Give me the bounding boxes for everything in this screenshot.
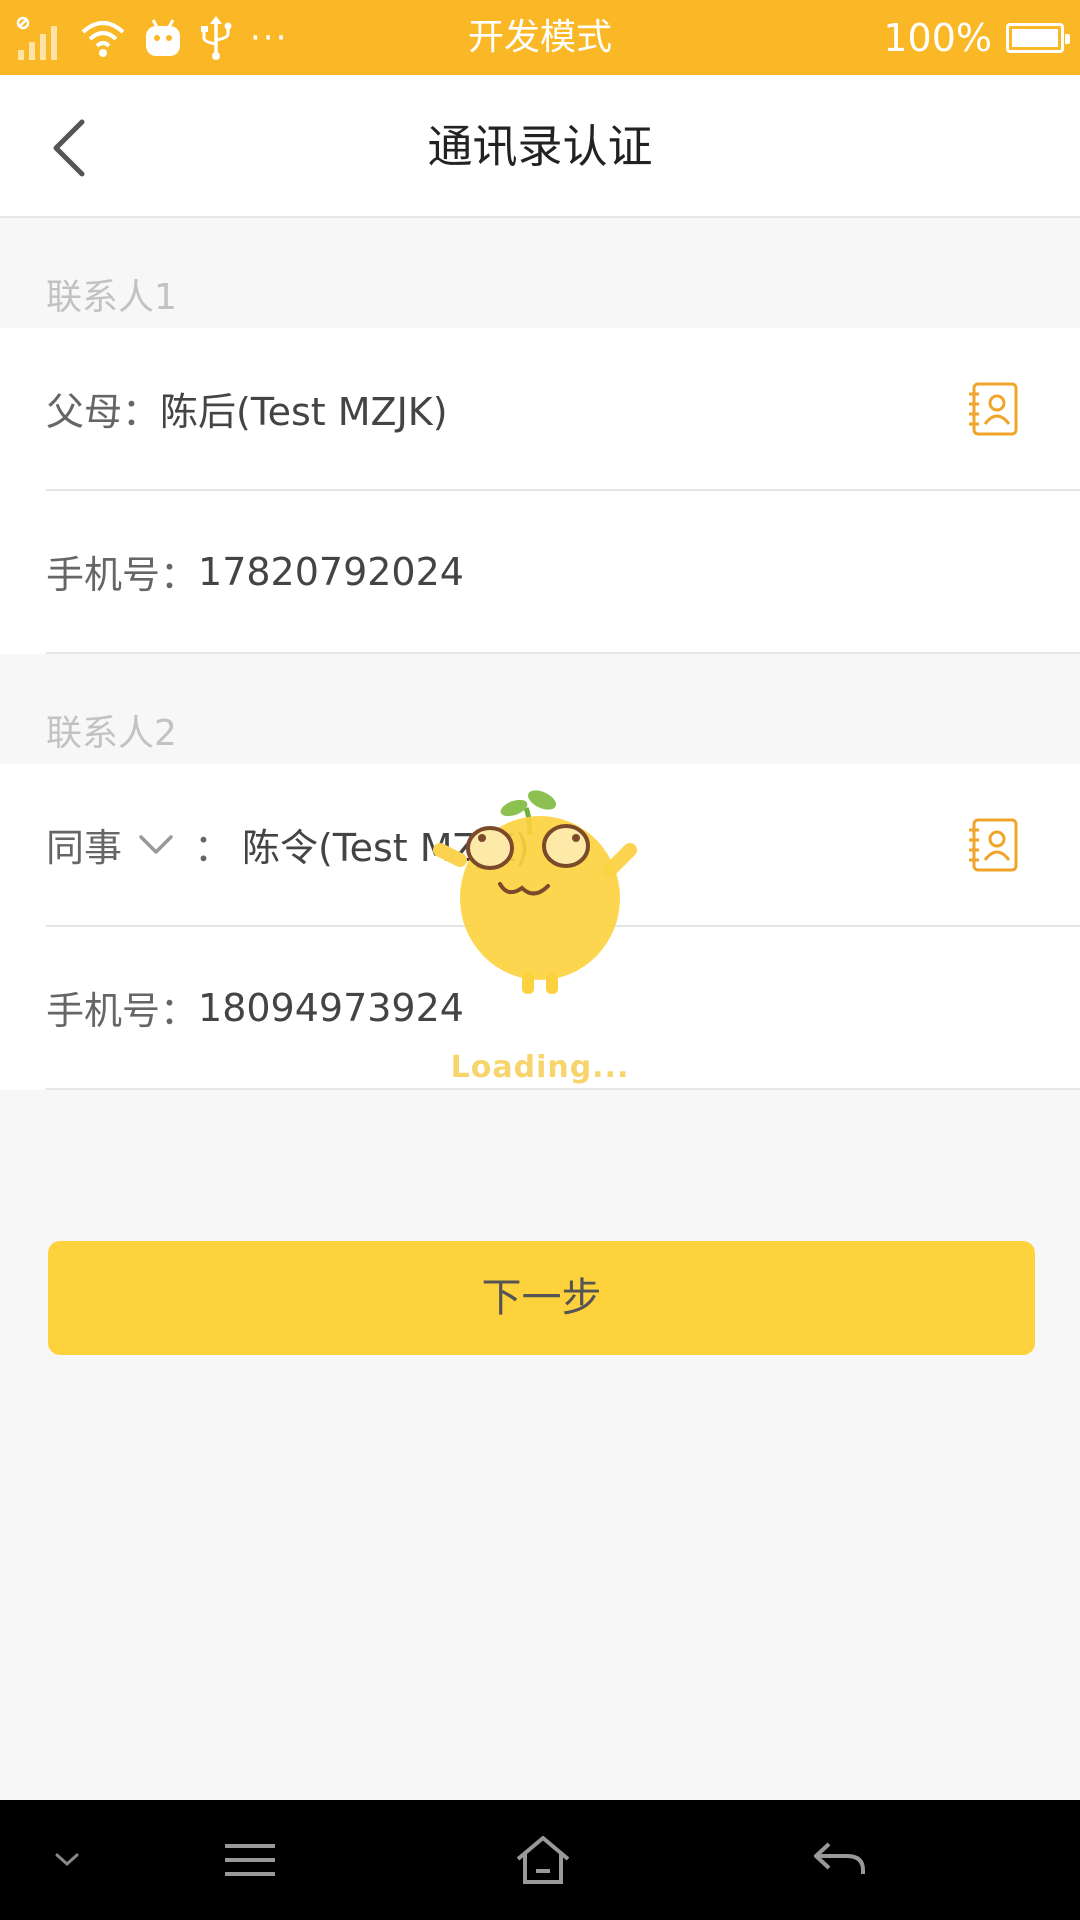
section-label-contact2: 联系人2 bbox=[46, 713, 177, 754]
contact1-phone-label: 手机号： bbox=[46, 553, 199, 597]
wifi-icon bbox=[81, 21, 125, 57]
title-bar: 通讯录认证 bbox=[0, 75, 1080, 218]
contact2-relation-dropdown[interactable]: 同事 bbox=[46, 817, 122, 872]
collapse-button[interactable] bbox=[27, 1830, 107, 1890]
battery-percent: 100% bbox=[883, 15, 992, 60]
contact2-phone-label: 手机号： bbox=[46, 989, 199, 1033]
contact2-relation-suffix: ： bbox=[194, 826, 233, 870]
android-icon bbox=[146, 19, 180, 56]
battery-fill bbox=[1012, 28, 1058, 47]
contact1-name-row[interactable]: 父母： 陈后(Test MZJK) bbox=[46, 328, 1080, 491]
contact-book-icon[interactable] bbox=[968, 382, 1018, 436]
home-icon bbox=[516, 1836, 570, 1884]
usb-icon bbox=[201, 16, 232, 60]
contact1-card: 父母： 陈后(Test MZJK) 手机号： 17820792024 bbox=[0, 328, 1080, 654]
next-step-button[interactable]: 下一步 bbox=[48, 1241, 1035, 1355]
return-button[interactable] bbox=[800, 1830, 880, 1890]
return-icon bbox=[814, 1842, 865, 1874]
status-icons-right: 100% bbox=[883, 0, 1070, 75]
contact-book-icon[interactable] bbox=[968, 818, 1018, 872]
page-title: 通讯录认证 bbox=[427, 120, 653, 173]
contact1-relation-label: 父母： bbox=[46, 390, 161, 434]
menu-icon bbox=[225, 1844, 275, 1876]
chevron-left-icon bbox=[53, 119, 85, 177]
more-icon: ··· bbox=[250, 18, 289, 58]
status-bar: ··· 开发模式 100% bbox=[0, 0, 1080, 75]
contact1-name-value: 陈后(Test MZJK) bbox=[160, 390, 448, 434]
menu-button[interactable] bbox=[210, 1830, 290, 1890]
signal-icon bbox=[16, 16, 57, 60]
loading-text: Loading... bbox=[450, 1050, 630, 1085]
home-button[interactable] bbox=[503, 1830, 583, 1890]
section-label-contact1: 联系人1 bbox=[46, 277, 177, 318]
contact2-phone-value: 18094973924 bbox=[198, 985, 464, 1030]
contact1-phone-row[interactable]: 手机号： 17820792024 bbox=[46, 491, 1080, 654]
contact1-phone-value: 17820792024 bbox=[198, 549, 464, 594]
sprout-mascot-icon bbox=[433, 790, 637, 994]
collapse-icon bbox=[55, 1853, 79, 1867]
status-icons-left: ··· bbox=[16, 12, 288, 64]
navigation-bar bbox=[0, 1800, 1080, 1920]
loading-overlay: Loading... bbox=[430, 780, 650, 1100]
chevron-down-icon[interactable] bbox=[138, 834, 174, 856]
back-button[interactable] bbox=[40, 113, 100, 183]
battery-icon bbox=[1006, 22, 1070, 53]
